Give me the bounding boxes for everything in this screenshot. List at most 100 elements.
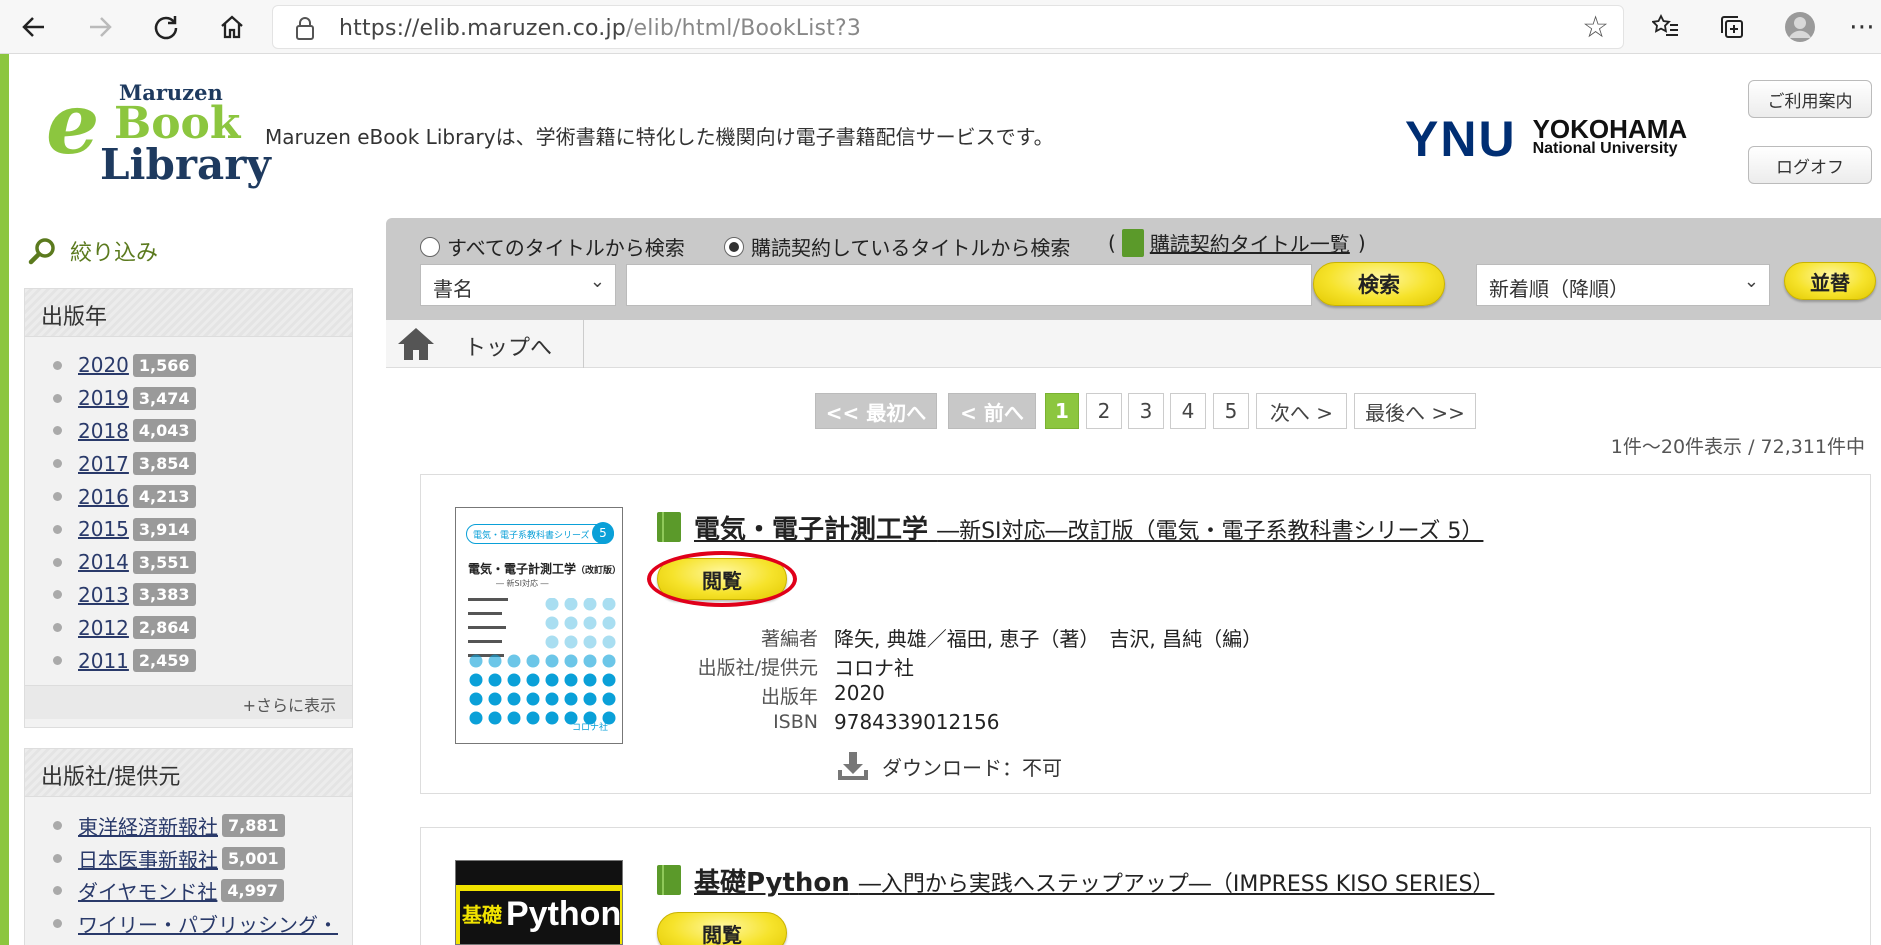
search-panel: すべてのタイトルから検索 購読契約しているタイトルから検索 ( 購読契約タイトル…	[386, 218, 1881, 320]
cover-dot	[583, 654, 597, 668]
cover-dot	[469, 692, 483, 706]
more-menu-icon[interactable]: ⋯	[1838, 6, 1881, 48]
logout-button[interactable]: ログオフ	[1748, 146, 1872, 184]
collections-icon[interactable]	[1708, 6, 1756, 48]
search-field-select[interactable]: 書名 ⌄	[420, 264, 616, 306]
download-icon	[838, 752, 868, 780]
cover-dot	[526, 673, 540, 687]
pager-last-button[interactable]: 最後へ >>	[1354, 393, 1476, 429]
cover-dot	[564, 598, 578, 611]
pager-prev-button[interactable]: < 前へ	[948, 393, 1036, 429]
cover-dot	[526, 692, 540, 706]
cover-dot	[488, 711, 502, 725]
book-title-link[interactable]: 電気・電子計測工学 ―新SI対応―改訂版（電気・電子系教科書シリーズ 5）	[694, 509, 1483, 546]
lock-icon	[296, 17, 314, 40]
cover-dot	[545, 692, 559, 706]
cover-dot	[602, 654, 616, 668]
favorite-star-icon[interactable]: ☆	[1582, 10, 1609, 45]
refresh-icon[interactable]	[142, 6, 190, 48]
cover-dot	[602, 598, 616, 611]
cover-dot	[469, 711, 483, 725]
browser-toolbar: https://elib.maruzen.co.jp/elib/html/Boo…	[0, 0, 1881, 54]
maruzen-ebook-library-logo[interactable]: Maruzen e Book Library	[24, 72, 271, 202]
address-bar[interactable]: https://elib.maruzen.co.jp/elib/html/Boo…	[272, 5, 1624, 49]
favorites-icon[interactable]	[1642, 6, 1690, 48]
list-item[interactable]: 2012 2,864	[53, 611, 352, 644]
book-title-link[interactable]: 基礎Python ―入門から実践へステップアップ―（IMPRESS KISO S…	[694, 862, 1494, 899]
home-icon[interactable]	[208, 6, 256, 48]
list-item[interactable]: 2018 4,043	[53, 415, 352, 448]
pager-page-1[interactable]: 1	[1045, 393, 1079, 429]
back-icon[interactable]	[10, 6, 58, 48]
pager-page-3[interactable]: 3	[1128, 393, 1164, 429]
list-item[interactable]: 2016 4,213	[53, 480, 352, 513]
cover-dot	[602, 692, 616, 706]
filter-heading: 絞り込み	[28, 235, 158, 267]
left-accent-bar	[0, 54, 9, 945]
sort-button[interactable]: 並替	[1784, 262, 1876, 300]
cover-dot	[545, 654, 559, 668]
radio-search-all[interactable]: すべてのタイトルから検索	[420, 232, 685, 261]
cover-dot	[583, 673, 597, 687]
isbn-label: ISBN	[773, 711, 818, 733]
cover-dot	[564, 616, 578, 630]
list-item[interactable]: 2011 2,459	[53, 644, 352, 677]
book-icon	[657, 512, 681, 542]
list-item[interactable]: 東洋経済新報社 7,881	[53, 809, 352, 842]
pager-page-2[interactable]: 2	[1086, 393, 1122, 429]
subscribed-titles-link[interactable]: ( 購読契約タイトル一覧 )	[1108, 228, 1366, 257]
pager-next-button[interactable]: 次へ >	[1256, 393, 1347, 429]
cover-dot	[583, 692, 597, 706]
list-item[interactable]: 2017 3,854	[53, 447, 352, 480]
search-input[interactable]	[626, 264, 1312, 306]
radio-circle-selected[interactable]	[724, 236, 744, 257]
book-cover-image[interactable]: 基礎 Python	[455, 860, 623, 945]
cover-dot	[583, 616, 597, 630]
chevron-down-icon: ⌄	[1743, 271, 1759, 292]
list-item[interactable]: 2019 3,474	[53, 382, 352, 415]
book-icon	[657, 865, 681, 895]
list-item[interactable]: 日本医事新報社 5,001	[53, 842, 352, 875]
cover-dot	[469, 654, 483, 668]
radio-search-subscribed[interactable]: 購読契約しているタイトルから検索	[724, 232, 1070, 261]
pager-page-4[interactable]: 4	[1170, 393, 1206, 429]
pager-page-5[interactable]: 5	[1213, 393, 1249, 429]
show-more-years-link[interactable]: +さらに表示	[25, 684, 352, 719]
year-panel-title: 出版年	[25, 289, 352, 337]
cover-dot	[488, 654, 502, 668]
book-icon	[1121, 228, 1144, 257]
pager-first-button[interactable]: << 最初へ	[815, 393, 937, 429]
home-icon[interactable]	[396, 326, 436, 362]
list-item[interactable]: ワイリー・パブリッシング・	[53, 907, 352, 940]
highlight-circle	[647, 551, 797, 607]
publisher-filter-panel: 出版社/提供元 東洋経済新報社 7,881 日本医事新報社 5,001 ダイヤモンド…	[24, 748, 353, 945]
cover-dot	[564, 654, 578, 668]
radio-circle[interactable]	[420, 236, 440, 257]
cover-dot	[545, 616, 559, 630]
list-item[interactable]: 2020 1,566	[53, 349, 352, 382]
cover-dot	[488, 692, 502, 706]
url-text: https://elib.maruzen.co.jp/elib/html/Boo…	[339, 16, 862, 41]
cover-dot	[602, 616, 616, 630]
cover-dot	[526, 654, 540, 668]
profile-avatar-icon[interactable]	[1776, 6, 1824, 48]
cover-dot	[507, 711, 521, 725]
forward-icon[interactable]	[76, 6, 124, 48]
author-value: 降矢, 典雄／福田, 恵子（著） 吉沢, 昌純（編）	[834, 627, 1263, 651]
list-item[interactable]: 2015 3,914	[53, 513, 352, 546]
year-value: 2020	[834, 681, 885, 705]
list-item[interactable]: 2014 3,551	[53, 546, 352, 579]
list-item[interactable]: ダイヤモンド社 4,997	[53, 875, 352, 908]
breadcrumb-top-link[interactable]: トップへ	[464, 330, 552, 362]
book-cover-image[interactable]: 電気・電子系教科書シリーズ 5 電気・電子計測工学（改訂版） ― 新SI対応 ―…	[455, 507, 623, 744]
cover-dot	[507, 673, 521, 687]
cover-dot-pattern	[468, 598, 616, 725]
guide-button[interactable]: ご利用案内	[1748, 80, 1872, 118]
view-book-button[interactable]: 閲覧	[657, 912, 787, 945]
search-button[interactable]: 検索	[1313, 262, 1445, 306]
download-status: ダウンロード：不可	[836, 750, 1062, 782]
cover-dot	[602, 673, 616, 687]
result-count: 1件〜20件表示 / 72,311件中	[1610, 436, 1865, 458]
list-item[interactable]: 2013 3,383	[53, 579, 352, 612]
sort-order-select[interactable]: 新着順（降順） ⌄	[1476, 264, 1770, 306]
